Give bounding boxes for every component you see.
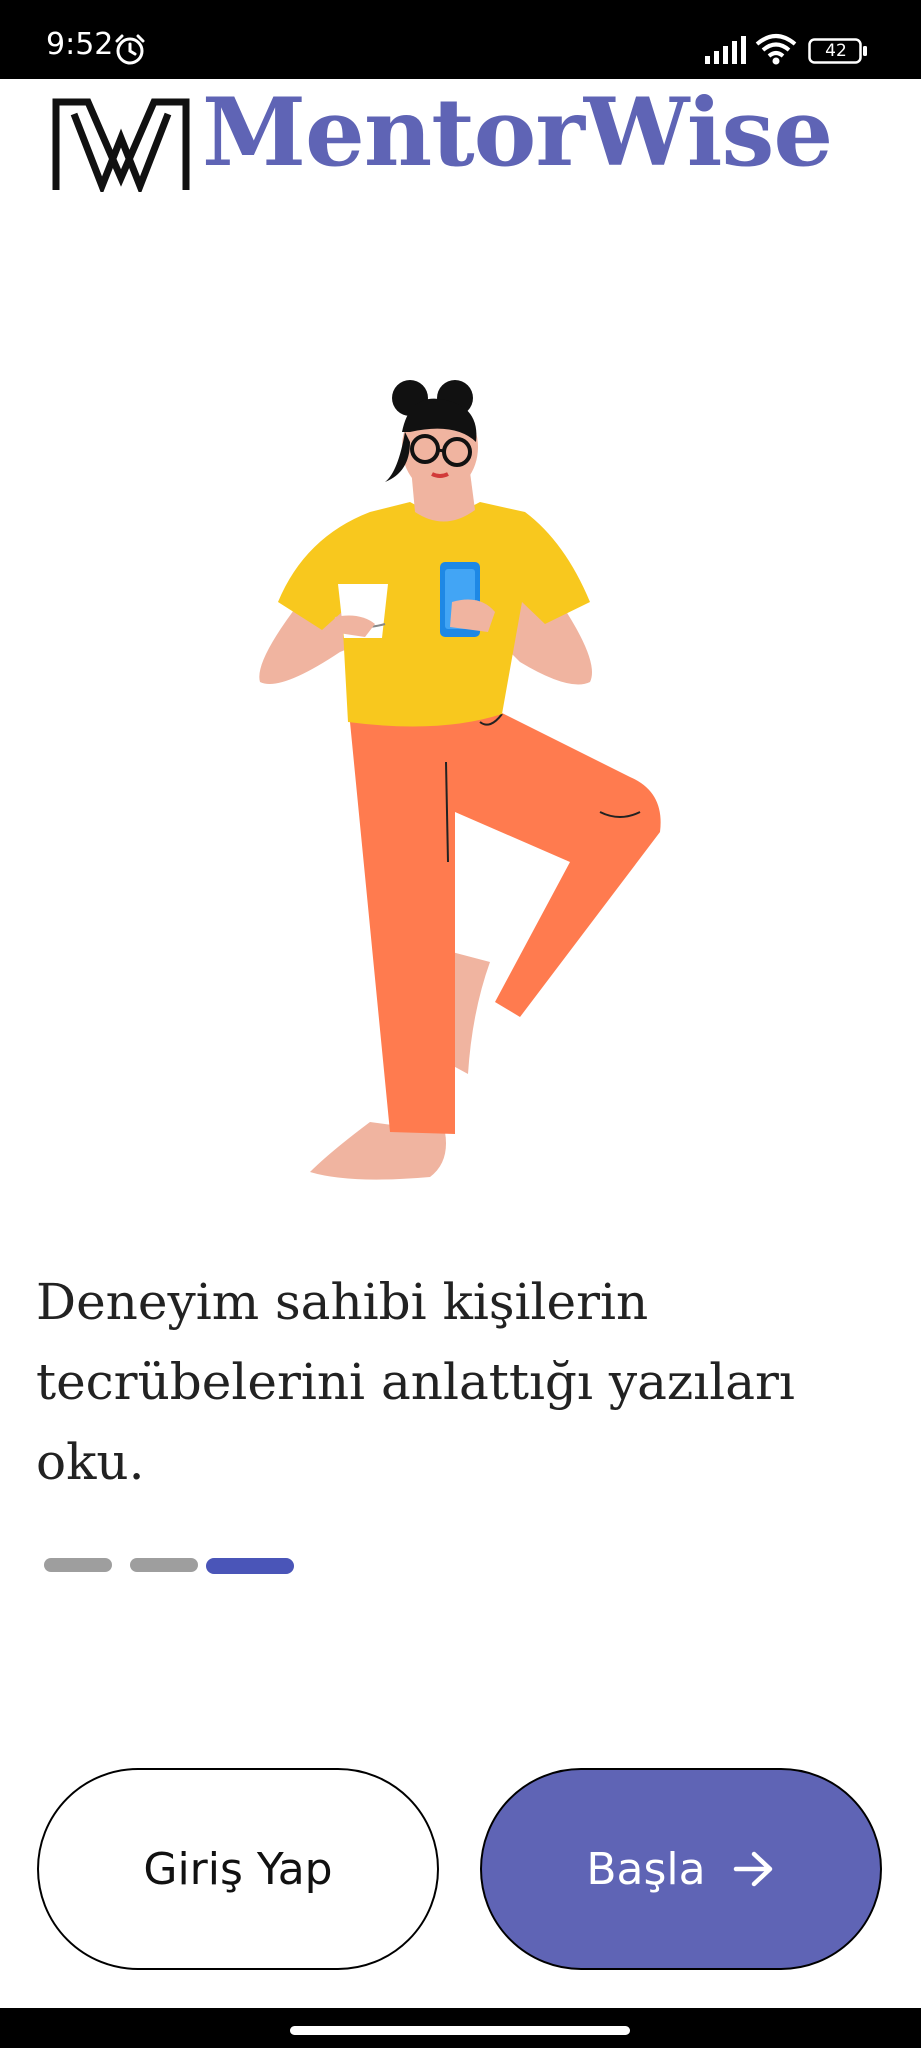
battery-level: 42 — [825, 41, 847, 61]
status-time: 9:52 — [46, 27, 114, 62]
page-indicator-dot-2 — [130, 1558, 198, 1572]
wifi-icon — [755, 34, 797, 65]
woman-reading-phone-illustration — [259, 380, 661, 1180]
arrow-right-icon — [733, 1851, 772, 1887]
onboarding-description: Deneyim sahibi kişilerin tecrübelerini a… — [36, 1262, 896, 1502]
status-bar: 9:52 42 — [0, 0, 921, 79]
start-button-label: Başla — [586, 1843, 706, 1895]
page-indicator-dot-3-active — [206, 1558, 294, 1574]
alarm-icon — [115, 34, 145, 65]
home-indicator[interactable] — [290, 2026, 630, 2035]
start-button[interactable]: Başla — [480, 1768, 882, 1970]
signal-icon — [705, 36, 746, 64]
onboarding-line-2: tecrübelerini anlattığı yazıları oku. — [36, 1353, 795, 1491]
page-indicator-dot-1 — [44, 1558, 112, 1572]
page-indicator — [44, 1558, 304, 1574]
brand-name: MentorWise — [202, 78, 833, 188]
login-button-label: Giriş Yap — [143, 1843, 333, 1895]
mentorwise-logo-icon — [52, 98, 190, 192]
login-button[interactable]: Giriş Yap — [37, 1768, 439, 1970]
onboarding-line-1: Deneyim sahibi kişilerin — [36, 1273, 649, 1331]
